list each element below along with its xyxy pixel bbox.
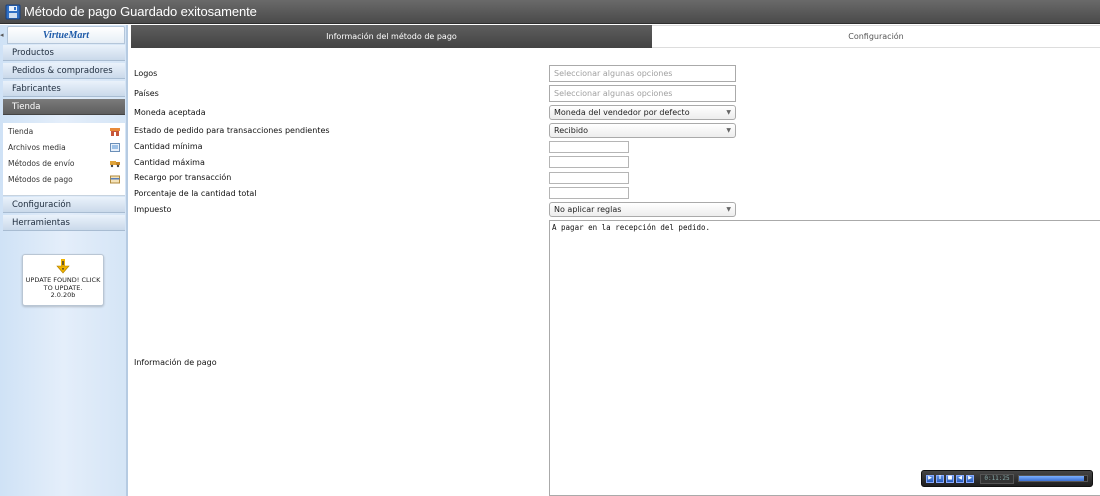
estado-pedido-select[interactable]: Recibido ▼ xyxy=(549,123,736,138)
stop-icon[interactable]: ■ xyxy=(946,474,954,483)
sidebar-item-label: Configuración xyxy=(12,199,71,210)
player-progress-fill xyxy=(1019,476,1084,481)
chevron-down-icon: ▼ xyxy=(726,127,731,134)
estado-pedido-value: Recibido xyxy=(554,126,589,135)
update-version: 2.0.20b xyxy=(50,291,76,299)
sidebar-item-label: Herramientas xyxy=(12,217,70,228)
forward-icon[interactable]: ▶ xyxy=(966,474,974,483)
sidebar: ◂ VirtueMart Productos Pedidos & comprad… xyxy=(0,25,128,496)
submenu-item-tienda[interactable]: Tienda xyxy=(8,124,120,138)
sidebar-item-label: Tienda xyxy=(12,101,41,112)
chevron-down-icon: ▼ xyxy=(726,109,731,116)
submenu-item-label: Métodos de envío xyxy=(8,158,75,168)
sidebar-item-label: Pedidos & compradores xyxy=(12,65,113,76)
sidebar-item-fabricantes[interactable]: Fabricantes xyxy=(3,81,125,97)
recargo-label: Recargo por transacción xyxy=(134,173,232,182)
paises-placeholder: Seleccionar algunas opciones xyxy=(554,89,673,98)
porcentaje-label: Porcentaje de la cantidad total xyxy=(134,189,257,198)
chevron-down-icon: ▼ xyxy=(726,206,731,213)
submenu-item-metodos-pago[interactable]: Métodos de pago xyxy=(8,172,120,186)
tab-informacion-metodo-pago[interactable]: Información del método de pago xyxy=(131,25,652,48)
sidebar-item-herramientas[interactable]: Herramientas xyxy=(3,215,125,231)
logos-placeholder: Seleccionar algunas opciones xyxy=(554,69,673,78)
warning-download-icon xyxy=(56,259,70,275)
logos-label: Logos xyxy=(134,69,158,78)
tab-label: Configuración xyxy=(848,32,904,41)
tab-label: Información del método de pago xyxy=(326,32,457,41)
impuesto-select[interactable]: No aplicar reglas ▼ xyxy=(549,202,736,217)
paises-multiselect[interactable]: Seleccionar algunas opciones xyxy=(549,85,736,102)
submenu-item-metodos-envio[interactable]: Métodos de envío xyxy=(8,156,120,170)
sidebar-item-pedidos[interactable]: Pedidos & compradores xyxy=(3,63,125,79)
submenu-item-label: Archivos media xyxy=(8,142,66,152)
cantidad-maxima-label: Cantidad máxima xyxy=(134,158,205,167)
moneda-label: Moneda aceptada xyxy=(134,108,206,117)
impuesto-value: No aplicar reglas xyxy=(554,205,622,214)
estado-pedido-label: Estado de pedido para transacciones pend… xyxy=(134,126,330,135)
media-player-bar: ▶ Ⅱ ■ ◀ ▶ 0:11:25 xyxy=(921,470,1093,487)
impuesto-label: Impuesto xyxy=(134,205,172,214)
sidebar-item-tienda[interactable]: Tienda xyxy=(3,99,125,115)
recargo-input[interactable] xyxy=(549,172,629,184)
submenu-item-archivos-media[interactable]: Archivos media xyxy=(8,140,120,154)
collapse-sidebar-icon[interactable]: ◂ xyxy=(0,31,4,39)
moneda-value: Moneda del vendedor por defecto xyxy=(554,108,690,117)
rewind-icon[interactable]: ◀ xyxy=(956,474,964,483)
player-time: 0:11:25 xyxy=(980,473,1014,484)
submenu-item-label: Tienda xyxy=(8,126,34,136)
sidebar-item-label: Productos xyxy=(12,47,54,58)
cantidad-maxima-input[interactable] xyxy=(549,156,629,168)
truck-icon xyxy=(110,159,120,168)
moneda-select[interactable]: Moneda del vendedor por defecto ▼ xyxy=(549,105,736,120)
logos-multiselect[interactable]: Seleccionar algunas opciones xyxy=(549,65,736,82)
play-icon[interactable]: ▶ xyxy=(926,474,934,483)
paises-label: Países xyxy=(134,89,159,98)
save-disk-icon xyxy=(5,4,21,20)
pause-icon[interactable]: Ⅱ xyxy=(936,474,944,483)
cantidad-minima-input[interactable] xyxy=(549,141,629,153)
sidebar-item-configuracion[interactable]: Configuración xyxy=(3,197,125,213)
porcentaje-input[interactable] xyxy=(549,187,629,199)
informacion-pago-label: Información de pago xyxy=(134,358,217,367)
player-progress-bar[interactable] xyxy=(1018,475,1088,482)
update-notice-button[interactable]: UPDATE FOUND! CLICK TO UPDATE. 2.0.20b xyxy=(22,254,104,306)
sidebar-item-productos[interactable]: Productos xyxy=(3,45,125,61)
payment-icon xyxy=(110,175,120,184)
tab-configuracion[interactable]: Configuración xyxy=(652,25,1100,48)
informacion-pago-textarea[interactable]: A pagar en la recepción del pedido. xyxy=(549,220,1100,496)
store-icon xyxy=(110,127,120,136)
submenu-item-label: Métodos de pago xyxy=(8,174,73,184)
cantidad-minima-label: Cantidad mínima xyxy=(134,142,203,151)
tab-bar: Información del método de pago Configura… xyxy=(131,25,1100,48)
virtuemart-logo[interactable]: VirtueMart xyxy=(7,26,125,44)
media-icon xyxy=(110,142,120,152)
sidebar-item-label: Fabricantes xyxy=(12,83,61,94)
page-title: Método de pago Guardado exitosamente xyxy=(24,4,257,19)
update-message: UPDATE FOUND! CLICK TO UPDATE. xyxy=(25,276,101,292)
logo-text: VirtueMart xyxy=(42,29,90,41)
title-bar: Método de pago Guardado exitosamente xyxy=(0,0,1100,24)
submenu-tienda: Tienda Archivos media Métodos de envío M… xyxy=(3,123,125,196)
